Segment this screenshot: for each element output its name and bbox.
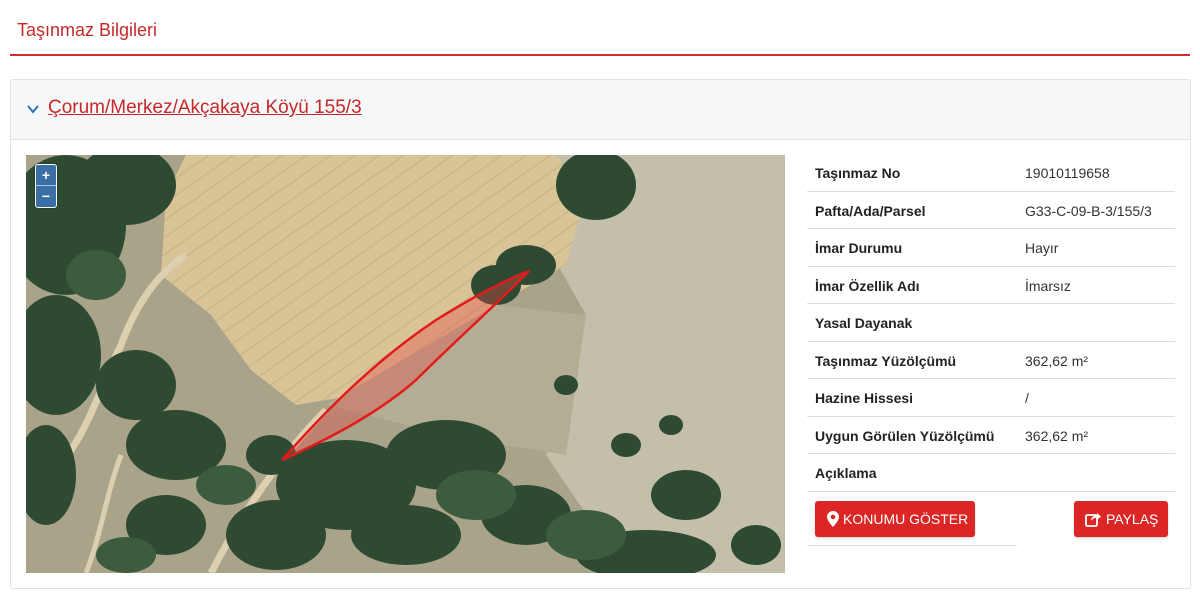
info-value: 362,62 m²	[1025, 427, 1089, 444]
map-imagery	[26, 155, 785, 573]
info-row: Pafta/Ada/Parsel G33-C-09-B-3/155/3	[807, 192, 1175, 229]
chevron-down-icon[interactable]	[26, 102, 40, 116]
info-label: Taşınmaz No	[815, 165, 901, 181]
info-label: Hazine Hissesi	[815, 390, 914, 406]
info-row: Yasal Dayanak	[807, 304, 1175, 342]
info-row: Taşınmaz No 19010119658	[807, 154, 1175, 192]
zoom-control: + −	[35, 164, 57, 208]
show-location-label: KONUMU GÖSTER	[843, 510, 969, 527]
zoom-out-button[interactable]: −	[36, 186, 56, 207]
info-label: Açıklama	[815, 465, 877, 481]
info-label: İmar Özellik Adı	[815, 277, 920, 294]
parcel-card: Çorum/Merkez/Akçakaya Köyü 155/3 + − Taş…	[10, 79, 1191, 589]
page-title: Taşınmaz Bilgileri	[17, 20, 158, 40]
info-label: Yasal Dayanak	[815, 315, 913, 331]
zoom-in-button[interactable]: +	[36, 165, 56, 186]
page-header: Taşınmaz Bilgileri	[10, 0, 1190, 56]
info-row: İmar Durumu Hayır	[807, 229, 1175, 267]
info-row: İmar Özellik Adı İmarsız	[807, 267, 1175, 304]
info-value: İmarsız	[1025, 277, 1071, 294]
action-buttons: KONUMU GÖSTER PAYLAŞ	[807, 492, 1175, 554]
info-value: 362,62 m²	[1025, 352, 1089, 369]
info-label: Uygun Görülen Yüzölçümü	[815, 427, 995, 444]
parcel-heading-link[interactable]: Çorum/Merkez/Akçakaya Köyü 155/3	[48, 97, 362, 119]
share-icon	[1085, 512, 1101, 527]
info-label: Taşınmaz Yüzölçümü	[815, 352, 957, 369]
info-row: Taşınmaz Yüzölçümü 362,62 m²	[807, 342, 1175, 379]
satellite-map[interactable]: + −	[26, 155, 785, 573]
info-value: 19010119658	[1025, 165, 1110, 181]
info-row: Uygun Görülen Yüzölçümü 362,62 m²	[807, 417, 1175, 454]
info-value: G33-C-09-B-3/155/3	[1025, 202, 1152, 219]
show-location-button[interactable]: KONUMU GÖSTER	[815, 500, 975, 537]
parcel-card-header[interactable]: Çorum/Merkez/Akçakaya Köyü 155/3	[11, 80, 1190, 140]
parcel-info-table: Taşınmaz No 19010119658 Pafta/Ada/Parsel…	[807, 154, 1175, 554]
divider	[807, 544, 1017, 546]
info-label: İmar Durumu	[815, 240, 903, 256]
map-marker-icon	[827, 510, 839, 527]
info-row: Açıklama	[807, 454, 1175, 492]
share-label: PAYLAŞ	[1106, 510, 1159, 527]
info-value: /	[1025, 390, 1029, 406]
info-value: Hayır	[1025, 240, 1059, 256]
info-label: Pafta/Ada/Parsel	[815, 202, 926, 219]
info-row: Hazine Hissesi /	[807, 379, 1175, 417]
share-button[interactable]: PAYLAŞ	[1074, 500, 1168, 537]
